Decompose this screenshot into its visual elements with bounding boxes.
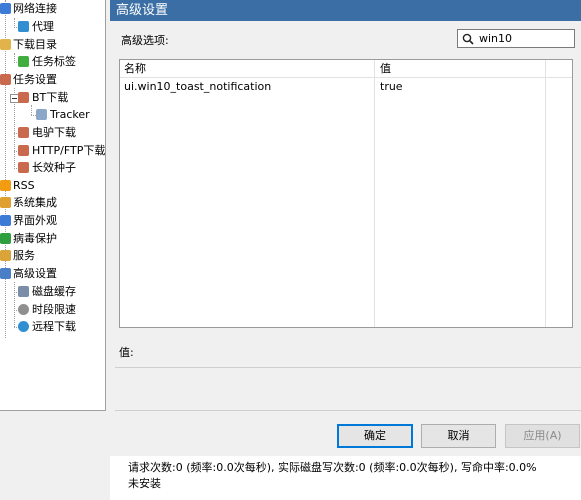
tree-item-task-tags[interactable]: 任务标签: [0, 53, 105, 70]
tree-item-label: Tracker: [50, 108, 90, 121]
advanced-options-table: 名称 值 ui.win10_toast_notification true: [119, 59, 573, 328]
table-row[interactable]: ui.win10_toast_notification true: [120, 78, 572, 96]
tree-item-advanced-settings[interactable]: 高级设置: [0, 265, 105, 282]
tree-item-label: HTTP/FTP下载: [32, 144, 106, 157]
tree-item-label: 长效种子: [32, 161, 76, 174]
divider: [115, 367, 581, 368]
tree-item-system-integration[interactable]: 系统集成: [0, 194, 105, 211]
tree-item-proxy[interactable]: 代理: [0, 18, 105, 35]
tree-item-label: 下载目录: [13, 38, 57, 51]
tree-item-http-ftp[interactable]: HTTP/FTP下载: [0, 142, 105, 159]
status-line-install: 未安装: [128, 477, 161, 490]
tree-item-network[interactable]: 网络连接: [0, 0, 105, 17]
tree-item-label: RSS: [13, 179, 35, 192]
tree-item-label: 磁盘缓存: [32, 285, 76, 298]
service-icon: [0, 250, 11, 261]
page-title: 高级设置: [110, 0, 581, 21]
clock-icon: [18, 304, 29, 315]
network-icon: [0, 3, 11, 14]
tree-item-label: BT下载: [32, 91, 69, 104]
tree-item-label: 任务设置: [13, 73, 57, 86]
tree-item-label: 代理: [32, 20, 54, 33]
http-ftp-icon: [18, 145, 29, 156]
proxy-icon: [18, 21, 29, 32]
bt-download-icon: [18, 92, 29, 103]
column-header-name[interactable]: 名称: [120, 60, 378, 77]
appearance-icon: [0, 215, 11, 226]
tree-item-label: 系统集成: [13, 196, 57, 209]
cell-value: true: [380, 80, 403, 93]
status-panel: 请求次数:0 (频率:0.0次每秒), 实际磁盘写次数:0 (频率:0.0次每秒…: [110, 456, 581, 500]
tree-item-label: 界面外观: [13, 214, 57, 227]
search-icon: [462, 33, 474, 45]
system-integration-icon: [0, 197, 11, 208]
tree-item-tracker[interactable]: Tracker: [0, 106, 105, 123]
ok-button[interactable]: 确定: [337, 424, 413, 448]
column-divider: [545, 60, 546, 327]
settings-tree: 网络连接 代理 下载目录 任务标签 任务设置 BT下载 Tracker 电驴下载…: [0, 0, 106, 411]
task-settings-icon: [0, 74, 11, 85]
tree-item-label: 服务: [13, 249, 35, 262]
tree-item-label: 时段限速: [32, 303, 76, 316]
search-input[interactable]: win10: [457, 29, 575, 48]
tree-item-label: 远程下载: [32, 320, 76, 333]
tree-item-label: 高级设置: [13, 267, 57, 280]
tree-item-disk-cache[interactable]: 磁盘缓存: [0, 283, 105, 300]
edonkey-icon: [18, 127, 29, 138]
seed-icon: [18, 162, 29, 173]
tree-item-rss[interactable]: RSS: [0, 177, 105, 194]
tree-item-remote-download[interactable]: 远程下载: [0, 318, 105, 335]
tree-item-label: 电驴下载: [32, 126, 76, 139]
tree-item-label: 任务标签: [32, 55, 76, 68]
rss-icon: [0, 180, 11, 191]
tree-item-service[interactable]: 服务: [0, 247, 105, 264]
disk-cache-icon: [18, 286, 29, 297]
apply-button[interactable]: 应用(A): [505, 424, 580, 448]
divider: [115, 410, 581, 411]
tree-item-bt-download[interactable]: BT下载: [0, 89, 105, 106]
tree-item-download-dir[interactable]: 下载目录: [0, 36, 105, 53]
tree-item-task-settings[interactable]: 任务设置: [0, 71, 105, 88]
tree-item-appearance[interactable]: 界面外观: [0, 212, 105, 229]
advanced-settings-icon: [0, 268, 11, 279]
tree-item-label: 病毒保护: [13, 232, 57, 245]
advanced-options-label: 高级选项:: [121, 34, 169, 47]
search-value: win10: [479, 32, 513, 45]
shield-icon: [0, 233, 11, 244]
status-line-cache: 请求次数:0 (频率:0.0次每秒), 实际磁盘写次数:0 (频率:0.0次每秒…: [128, 461, 537, 474]
cancel-button[interactable]: 取消: [421, 424, 496, 448]
column-header-value[interactable]: 值: [376, 60, 550, 77]
tree-item-edonkey[interactable]: 电驴下载: [0, 124, 105, 141]
tree-item-virus-protection[interactable]: 病毒保护: [0, 230, 105, 247]
cell-name: ui.win10_toast_notification: [124, 80, 272, 93]
globe-icon: [18, 321, 29, 332]
tag-icon: [18, 56, 29, 67]
tree-item-time-limit[interactable]: 时段限速: [0, 301, 105, 318]
folder-icon: [0, 39, 11, 50]
value-label: 值:: [119, 346, 134, 359]
column-divider: [374, 60, 375, 327]
tree-item-seed[interactable]: 长效种子: [0, 159, 105, 176]
tree-item-label: 网络连接: [13, 2, 57, 15]
tracker-icon: [36, 109, 47, 120]
